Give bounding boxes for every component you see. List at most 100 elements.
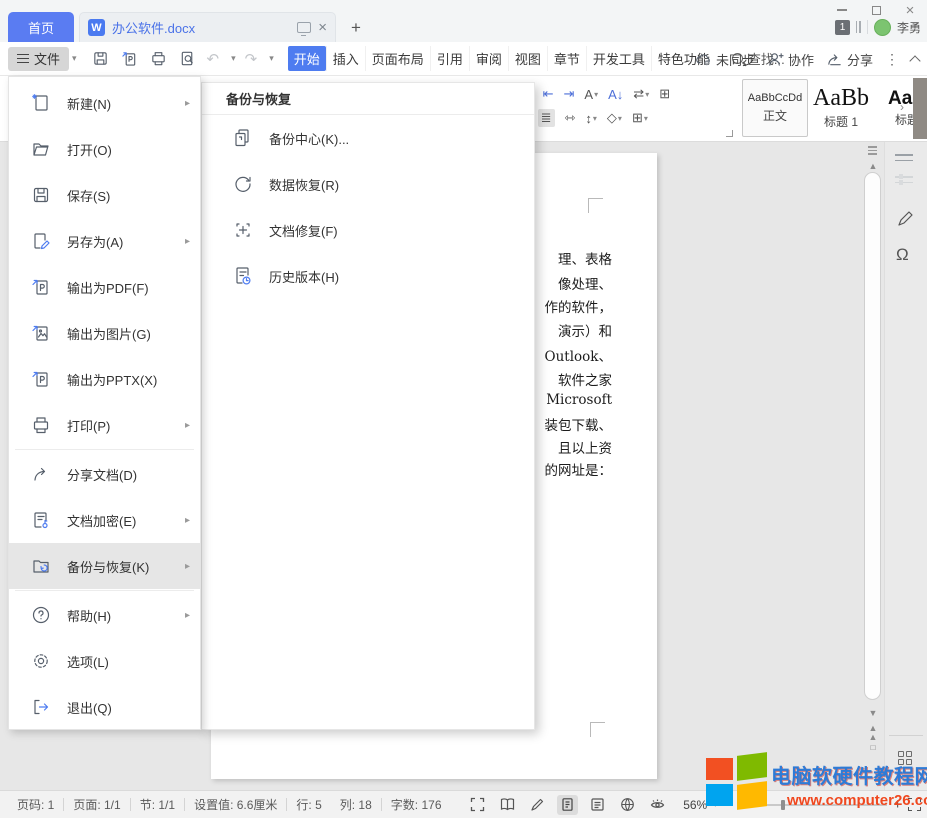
monitor-icon[interactable]	[297, 22, 311, 33]
web-layout-icon[interactable]	[617, 795, 638, 815]
borders-icon[interactable]: ⊞▾	[632, 110, 648, 126]
scroll-down-icon[interactable]: ▼	[866, 709, 880, 718]
submenu-item-history-version[interactable]: 历史版本(H)	[202, 253, 534, 299]
share-label: 分享	[847, 50, 873, 69]
write-mode-icon[interactable]	[527, 795, 548, 815]
paragraph-dialog-launcher-icon[interactable]	[726, 130, 733, 137]
margin-cropmark-bottom	[590, 722, 605, 737]
tab-home-ribbon[interactable]: 开始	[288, 46, 326, 71]
increase-indent-icon[interactable]: ⇥	[564, 86, 575, 102]
user-avatar[interactable]	[874, 19, 891, 36]
print-icon[interactable]	[149, 49, 169, 69]
status-page-number: 页码: 1	[8, 796, 63, 813]
menu-item-export-pdf[interactable]: 输出为PDF(F)	[9, 264, 200, 310]
tab-review[interactable]: 审阅	[469, 46, 508, 71]
status-word-count[interactable]: 字数: 176	[382, 796, 451, 813]
menu-item-share-document[interactable]: 分享文档(D)	[9, 451, 200, 497]
menu-item-export-pptx[interactable]: 输出为PPTX(X)	[9, 356, 200, 402]
submenu-item-data-recovery[interactable]: 数据恢复(R)	[202, 161, 534, 207]
panel-toggle-icon[interactable]	[895, 154, 913, 161]
gallery-more-chevron-icon[interactable]: ›	[900, 100, 904, 114]
style-normal[interactable]: AaBbCcDd 正文	[742, 79, 808, 137]
gallery-scroll-strip[interactable]	[913, 78, 927, 139]
site-watermark: 电脑软硬件教程网 www.computer26.com	[703, 748, 927, 818]
read-mode-icon[interactable]	[497, 795, 518, 815]
new-tab-button[interactable]: +	[345, 17, 367, 39]
menu-item-open[interactable]: 打开(O)	[9, 126, 200, 172]
undo-icon[interactable]: ↶	[207, 50, 220, 68]
share-button[interactable]: 分享	[826, 50, 873, 69]
print-preview-icon[interactable]	[178, 49, 198, 69]
tab-insert[interactable]: 插入	[326, 46, 365, 71]
collaborate-label: 协作	[788, 50, 814, 69]
site-name: 电脑软硬件教程网	[771, 760, 927, 789]
sync-status[interactable]: 未同步	[695, 50, 755, 69]
menu-item-encrypt-document[interactable]: 文档加密(E) ▸	[9, 497, 200, 543]
submenu-item-backup-center[interactable]: 备份中心(K)...	[202, 115, 534, 161]
shading-icon[interactable]: ◇▾	[607, 110, 622, 126]
file-menu-button[interactable]: 文件	[8, 47, 69, 71]
distribute-text-icon[interactable]: ⇿	[565, 110, 576, 126]
menu-item-options[interactable]: 选项(L)	[9, 638, 200, 684]
menu-item-exit[interactable]: 退出(Q)	[9, 684, 200, 730]
site-logo-icon	[706, 754, 770, 806]
vertical-scrollbar-thumb[interactable]	[864, 172, 881, 700]
export-pdf-icon[interactable]	[120, 49, 140, 69]
ribbon-tabs: 开始 插入 页面布局 引用 审阅 视图 章节 开发工具 特色功能	[288, 47, 716, 71]
page-mode-icon[interactable]	[557, 795, 578, 815]
align-justify-icon[interactable]: ≣	[538, 109, 555, 127]
tab-page-layout[interactable]: 页面布局	[365, 46, 430, 71]
previous-page-icon[interactable]: ▲▲	[866, 724, 880, 742]
user-name[interactable]: 李勇	[897, 19, 921, 36]
menu-item-backup-restore[interactable]: 备份与恢复(K) ▸	[9, 543, 200, 589]
tab-developer[interactable]: 开发工具	[586, 46, 651, 71]
backup-restore-submenu: 备份与恢复 备份中心(K)... 数据恢复(R) 文档修复(F) 历史版本(H)	[201, 82, 535, 730]
tab-close-icon[interactable]: ×	[318, 20, 327, 35]
more-options-kebab-icon[interactable]: ⋮	[885, 51, 899, 68]
tab-references[interactable]: 引用	[430, 46, 469, 71]
collapse-ribbon-icon[interactable]	[909, 55, 920, 66]
submenu-arrow-icon: ▸	[185, 561, 190, 572]
file-dropdown-caret-icon[interactable]: ▾	[72, 53, 77, 64]
menu-item-new[interactable]: 新建(N) ▸	[9, 80, 200, 126]
file-menu-panel: 新建(N) ▸ 打开(O) 保存(S) 另存为(A) ▸ 输出为PDF(F) 输…	[8, 76, 201, 730]
style-heading1[interactable]: AaBb 标题 1	[808, 79, 874, 137]
symbol-omega-icon[interactable]: Ω	[896, 245, 909, 265]
paragraph-adjust-icon[interactable]: ⇄▾	[633, 86, 649, 102]
status-setting-value: 设置值: 6.6厘米	[185, 796, 286, 813]
collaborate-button[interactable]: 协作	[767, 50, 814, 69]
menu-item-save[interactable]: 保存(S)	[9, 172, 200, 218]
share-icon	[826, 51, 843, 68]
menu-item-export-image[interactable]: 输出为图片(G)	[9, 310, 200, 356]
menu-item-help[interactable]: 帮助(H) ▸	[9, 592, 200, 638]
save-icon[interactable]	[91, 49, 111, 69]
scroll-up-icon[interactable]: ▲	[866, 162, 880, 171]
tab-view[interactable]: 视图	[508, 46, 547, 71]
edit-pen-icon[interactable]	[896, 209, 915, 233]
redo-icon[interactable]: ↷	[245, 50, 258, 68]
text-direction-icon[interactable]: A▾	[584, 87, 598, 102]
toolbar: 文件 ▾ ↶ ▾ ↷ ▾ 开始 插入 页面布局 引用 审阅	[0, 42, 927, 76]
menu-item-save-as[interactable]: 另存为(A) ▸	[9, 218, 200, 264]
outline-mode-icon[interactable]	[587, 795, 608, 815]
line-spacing-icon[interactable]: ↕▾	[585, 111, 597, 126]
undo-dropdown-caret-icon[interactable]: ▾	[231, 53, 236, 64]
tab-section[interactable]: 章节	[547, 46, 586, 71]
decrease-indent-icon[interactable]: ⇤	[543, 86, 554, 102]
distribute-table-icon[interactable]: ⊞	[659, 86, 670, 102]
submenu-item-document-repair[interactable]: 文档修复(F)	[202, 207, 534, 253]
eye-protection-icon[interactable]	[647, 795, 668, 815]
document-tab[interactable]: W 办公软件.docx ×	[79, 12, 336, 42]
sort-icon[interactable]: A↓	[608, 87, 623, 102]
submenu-arrow-icon: ▸	[185, 98, 190, 109]
settings-sliders-icon[interactable]	[895, 176, 913, 183]
titlebar: 首页 W 办公软件.docx × + × 1 李勇	[0, 0, 927, 42]
status-column: 列: 18	[331, 796, 381, 813]
tab-count-badge[interactable]: 1	[835, 20, 850, 35]
home-tab[interactable]: 首页	[8, 12, 74, 42]
fullscreen-icon[interactable]	[467, 795, 488, 815]
sync-label: 未同步	[716, 50, 755, 69]
menu-item-print[interactable]: 打印(P) ▸	[9, 402, 200, 448]
customize-toolbar-caret-icon[interactable]: ▾	[269, 53, 274, 64]
ruler-toggle-icon[interactable]	[866, 146, 879, 158]
